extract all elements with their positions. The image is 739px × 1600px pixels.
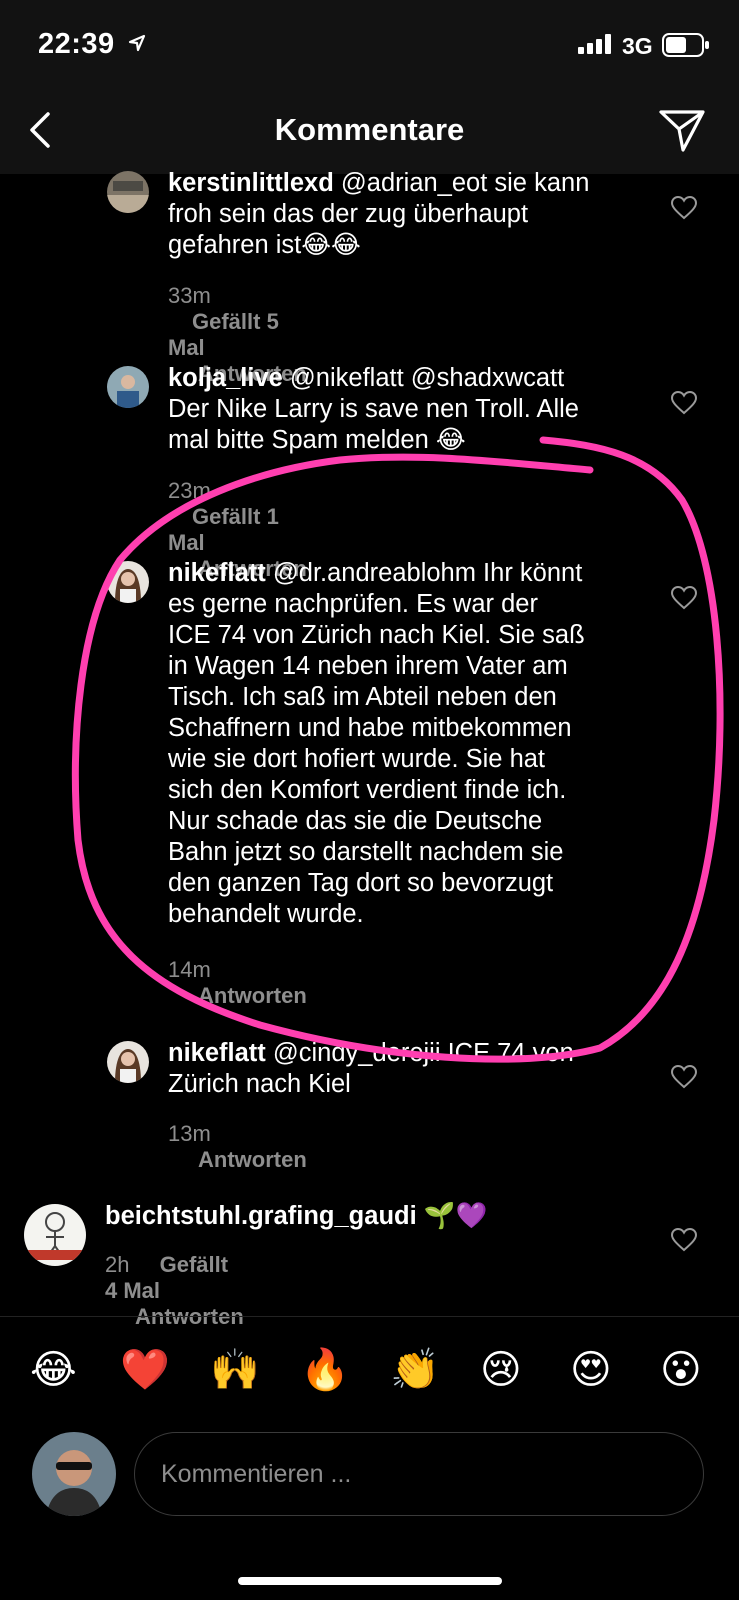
comment-line: Bahn jetzt so darstellt nachdem sie xyxy=(168,838,564,866)
emoji-bar: 😂 ❤️ 🙌 🔥 👏 😢 😍 😮 xyxy=(0,1345,739,1395)
comment-text: kerstinlittlexd @adrian_eot sie kann fro… xyxy=(168,168,638,261)
comment-line: es gerne nachprüfen. Es war der xyxy=(168,590,538,618)
comment-line: in Wagen 14 neben ihrem Vater am xyxy=(168,652,568,680)
comment-username[interactable]: beichtstuhl.grafing_gaudi xyxy=(105,1202,417,1230)
emoji-button[interactable]: 🙌 xyxy=(210,1345,260,1395)
emoji-button[interactable]: 😂 xyxy=(30,1345,77,1395)
status-bar: 22:39 3G xyxy=(0,0,739,90)
avatar[interactable] xyxy=(107,561,149,603)
comment-timestamp: 23m xyxy=(168,478,211,503)
avatar[interactable] xyxy=(107,366,149,408)
like-heart-icon[interactable] xyxy=(671,196,697,220)
comment-text: nikeflatt @cindy_derejii ICE 74 von Züri… xyxy=(168,1038,648,1100)
comment-line: wie sie dort hofiert wurde. Sie hat xyxy=(168,745,546,773)
like-heart-icon[interactable] xyxy=(671,586,697,610)
divider xyxy=(0,1316,739,1317)
nav-bar: Kommentare xyxy=(0,90,739,174)
avatar[interactable] xyxy=(24,1204,86,1266)
comment-meta: 2h Gefällt 4 Mal Antworten xyxy=(105,1252,244,1330)
comment-line: @nikeflatt @shadxwcatt xyxy=(289,364,565,392)
cellular-signal-icon xyxy=(578,34,611,54)
comment-text: beichtstuhl.grafing_gaudi 🌱💜 xyxy=(105,1201,625,1232)
comment-line: @dr.andreablohm Ihr könnt xyxy=(272,559,583,587)
likes-count[interactable]: Gefällt 1 Mal xyxy=(168,504,279,555)
comment-line: behandelt wurde. xyxy=(168,900,364,928)
direct-message-icon[interactable] xyxy=(658,108,706,154)
location-arrow-icon xyxy=(128,34,146,52)
battery-icon xyxy=(662,33,709,57)
page-title: Kommentare xyxy=(274,112,465,147)
emoji-button[interactable]: ❤️ xyxy=(120,1345,170,1395)
comment-line: mal bitte Spam melden 😂 xyxy=(168,426,466,454)
emoji-button[interactable]: 😮 xyxy=(660,1345,702,1395)
like-heart-icon[interactable] xyxy=(671,1065,697,1089)
clock: 22:39 xyxy=(38,28,115,60)
emoji-button[interactable]: 😢 xyxy=(480,1345,522,1395)
comment-line: Tisch. Ich saß im Abteil neben den xyxy=(168,683,557,711)
avatar[interactable] xyxy=(107,171,149,213)
comment-meta: 13m Antworten xyxy=(168,1121,307,1173)
comment-line: gefahren ist😂😂 xyxy=(168,231,361,259)
comment-line: Schaffnern und habe mitbekommen xyxy=(168,714,572,742)
emoji-button[interactable]: 😍 xyxy=(570,1345,612,1395)
comment-line: Nur schade das sie die Deutsche xyxy=(168,807,543,835)
emoji-button[interactable]: 🔥 xyxy=(300,1345,350,1395)
like-heart-icon[interactable] xyxy=(671,1228,697,1252)
likes-count[interactable]: Gefällt 5 Mal xyxy=(168,309,279,360)
home-indicator xyxy=(238,1577,502,1585)
comment-line: 🌱💜 xyxy=(423,1201,488,1231)
comment-line: froh sein das der zug überhaupt xyxy=(168,200,529,228)
avatar[interactable] xyxy=(107,1041,149,1083)
comment-line: Der Nike Larry is save nen Troll. Alle xyxy=(168,395,579,423)
comment-line: ICE 74 von Zürich nach Kiel. Sie saß xyxy=(168,621,585,649)
comment-line: den ganzen Tag dort so bevorzugt xyxy=(168,869,554,897)
reply-button[interactable]: Antworten xyxy=(198,1147,307,1172)
reply-button[interactable]: Antworten xyxy=(198,983,307,1008)
like-heart-icon[interactable] xyxy=(671,391,697,415)
comment-meta: 14m Antworten xyxy=(168,957,307,1009)
comment-username[interactable]: nikeflatt xyxy=(168,559,266,587)
comment-text: kolja_live @nikeflatt @shadxwcatt Der Ni… xyxy=(168,363,648,456)
comment-timestamp: 33m xyxy=(168,283,211,308)
current-user-avatar[interactable] xyxy=(32,1432,116,1516)
emoji-button[interactable]: 👏 xyxy=(390,1345,440,1395)
comment-line: @cindy_derejii ICE 74 von xyxy=(272,1039,574,1067)
comment-line: sich den Komfort verdient finde ich. xyxy=(168,776,567,804)
comment-timestamp: 2h xyxy=(105,1252,130,1277)
comment-timestamp: 13m xyxy=(168,1121,211,1146)
comment-username[interactable]: nikeflatt xyxy=(168,1039,266,1067)
comment-username[interactable]: kerstinlittlexd xyxy=(168,169,334,197)
network-type: 3G xyxy=(622,33,653,59)
comment-username[interactable]: kolja_live xyxy=(168,364,283,392)
comment-input[interactable] xyxy=(159,1455,683,1493)
comment-input-container[interactable] xyxy=(134,1432,704,1516)
comment-line: @adrian_eot sie kann xyxy=(340,169,590,197)
comment-line: Zürich nach Kiel xyxy=(168,1070,351,1098)
comment-timestamp: 14m xyxy=(168,957,211,982)
comment-text: nikeflatt @dr.andreablohm Ihr könnt es g… xyxy=(168,558,648,930)
